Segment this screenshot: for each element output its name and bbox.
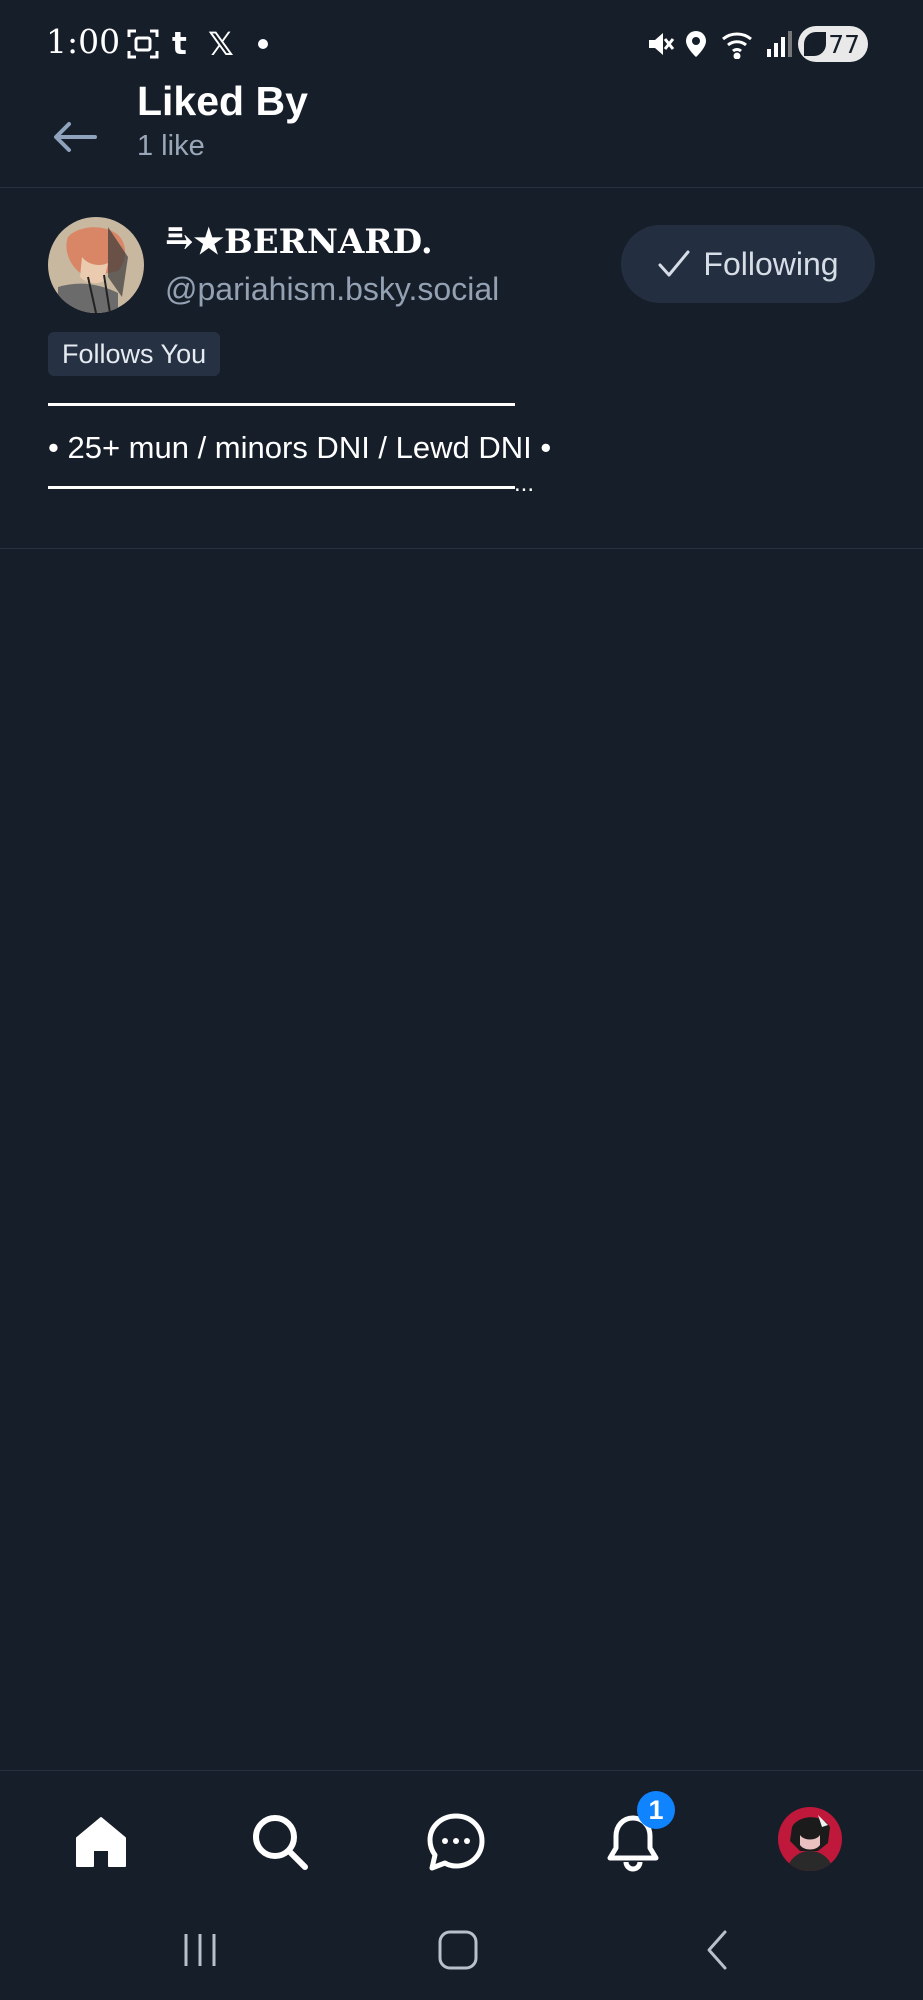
notification-dot xyxy=(258,39,268,49)
user-handle: @pariahism.bsky.social xyxy=(165,271,500,307)
mute-icon xyxy=(645,24,675,64)
nav-home[interactable] xyxy=(66,1807,136,1877)
system-nav xyxy=(0,1900,923,2000)
avatar[interactable] xyxy=(48,217,144,313)
bottom-nav: 1 xyxy=(0,1770,923,1901)
location-icon xyxy=(683,24,709,64)
user-list-item[interactable]: ⥱★BERNARD. @pariahism.bsky.social Follow… xyxy=(0,188,923,549)
display-name[interactable]: ⥱★BERNARD. xyxy=(165,222,433,262)
back-button[interactable] xyxy=(40,102,110,172)
status-bar: 1:00 t 𝕏 77 xyxy=(0,0,923,88)
wifi-icon xyxy=(720,24,756,64)
following-button[interactable]: Following xyxy=(621,225,875,303)
home-icon xyxy=(76,1817,126,1867)
screenshot-icon xyxy=(126,24,160,64)
home-button[interactable] xyxy=(423,1922,493,1978)
bio-ellipsis: ... xyxy=(514,470,535,497)
bio-divider-bottom xyxy=(48,486,515,489)
bio-divider-top xyxy=(48,403,515,406)
recents-icon xyxy=(184,1934,216,1966)
checkmark-icon xyxy=(658,250,690,277)
status-time: 1:00 xyxy=(46,22,121,61)
bio-text: • 25+ mun / minors DNI / Lewd DNI • xyxy=(48,430,552,465)
profile-avatar[interactable] xyxy=(778,1807,842,1871)
signal-icon xyxy=(765,24,793,64)
search-icon xyxy=(253,1815,308,1870)
home-button-icon xyxy=(438,1930,478,1970)
notification-badge: 1 xyxy=(637,1791,675,1829)
recents-button[interactable] xyxy=(165,1922,235,1978)
nav-search[interactable] xyxy=(245,1807,315,1877)
like-count: 1 like xyxy=(137,130,205,162)
chat-icon xyxy=(427,1813,485,1871)
battery-icon: 77 xyxy=(798,26,868,62)
back-icon xyxy=(707,1930,727,1970)
follows-you-badge: Follows You xyxy=(48,332,221,376)
battery-level: 77 xyxy=(828,29,860,59)
x-icon: 𝕏 xyxy=(208,25,234,63)
page-title: Liked By xyxy=(137,78,308,124)
tumblr-icon: t xyxy=(172,26,187,62)
nav-chat[interactable] xyxy=(421,1807,491,1877)
following-label: Following xyxy=(703,245,839,282)
system-back-button[interactable] xyxy=(683,1922,753,1978)
back-arrow-icon xyxy=(54,122,97,152)
